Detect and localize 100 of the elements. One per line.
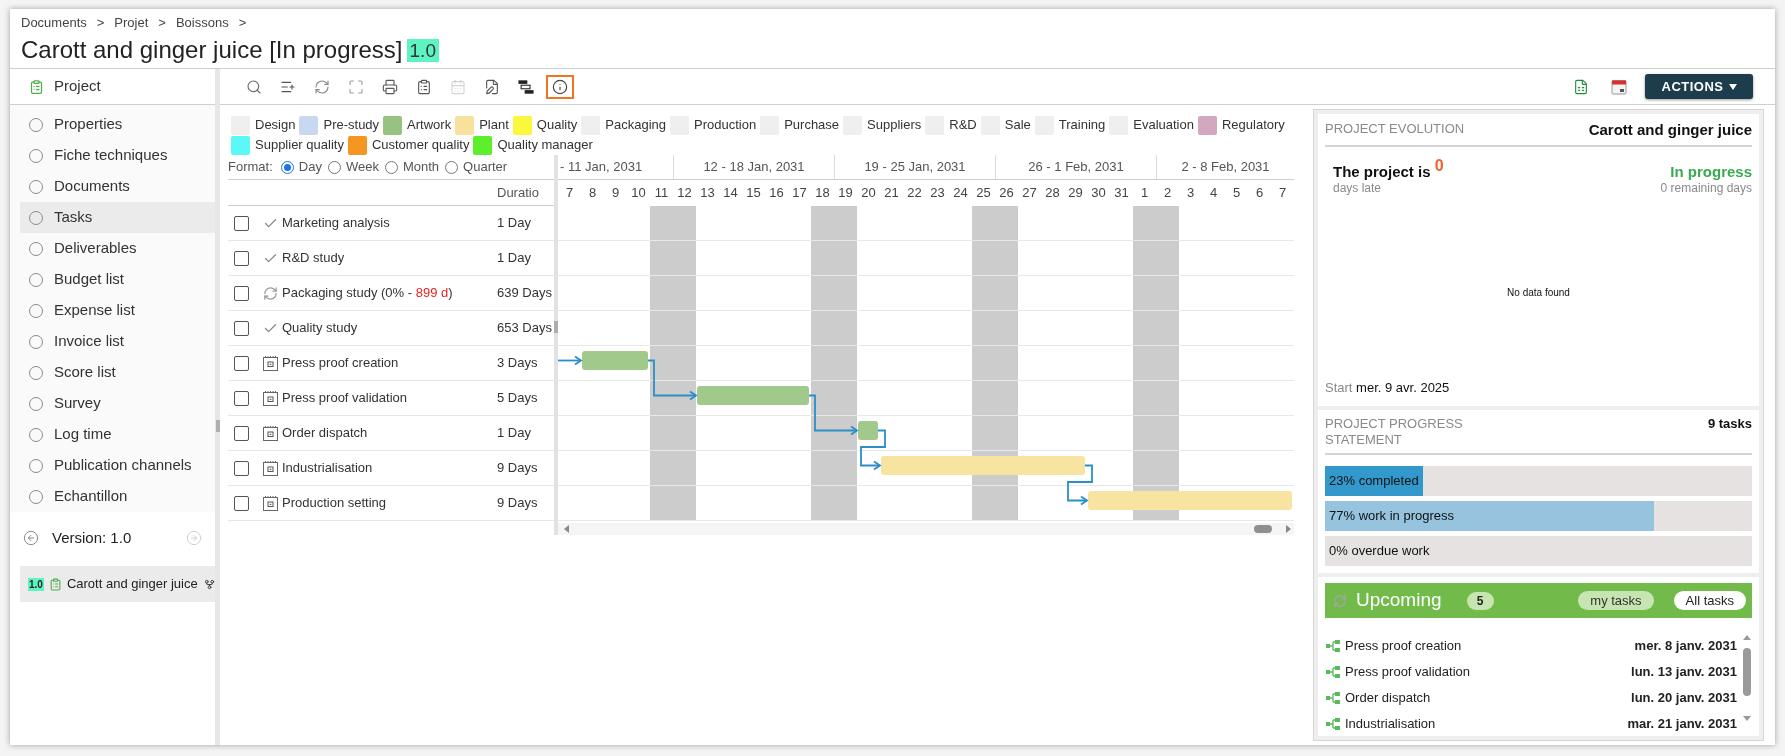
info-button[interactable] <box>546 74 574 99</box>
task-name[interactable]: Industrialisation <box>282 460 373 476</box>
upcoming-task-name[interactable]: Order dispatch <box>1345 688 1431 708</box>
circle-icon <box>29 458 43 473</box>
breadcrumb-link[interactable]: Projet <box>114 15 149 31</box>
task-duration: 3 Days <box>497 355 538 371</box>
scroll-right-icon[interactable] <box>1286 525 1291 533</box>
upcoming-task-name[interactable]: Press proof validation <box>1345 662 1470 682</box>
sidebar-item[interactable]: Properties <box>20 109 215 140</box>
section-title: PROJECT EVOLUTION <box>1325 121 1465 136</box>
progress-label: 77% work in progress <box>1329 507 1454 526</box>
sidebar-item[interactable]: Budget list <box>20 264 215 295</box>
day-label: 3 <box>1186 184 1195 203</box>
task-duration: 9 Days <box>497 460 538 476</box>
sidebar-item[interactable]: Survey <box>20 388 215 419</box>
stacked-bars-icon <box>518 78 534 95</box>
day-label: 17 <box>792 184 807 203</box>
upcoming-task-name[interactable]: Industrialisation <box>1345 714 1436 734</box>
spreadsheet-icon[interactable] <box>1573 78 1589 95</box>
day-label: 7 <box>565 184 574 203</box>
day-label: 7 <box>1278 184 1287 203</box>
scrollbar-thumb[interactable] <box>1254 525 1272 533</box>
printer-icon <box>382 78 398 95</box>
day-label: 14 <box>723 184 738 203</box>
task-name[interactable]: R&D study <box>282 250 345 266</box>
breadcrumb-separator: > <box>238 15 247 31</box>
format-option[interactable]: Month <box>384 157 440 177</box>
sidebar-item[interactable]: Documents <box>20 171 215 202</box>
filter-button[interactable]: All tasks <box>1673 591 1746 610</box>
scroll-down-icon[interactable] <box>1742 716 1751 721</box>
hierarchy-icon <box>1326 666 1340 678</box>
circle-icon <box>29 334 43 349</box>
project-name: Carott and ginger juice <box>1588 121 1752 139</box>
sidebar-item[interactable]: Echantillon <box>20 481 215 512</box>
day-label: 10 <box>631 184 646 203</box>
legend-label: Plant <box>479 116 509 135</box>
sidebar-item[interactable]: Invoice list <box>20 326 215 357</box>
sidebar-item[interactable]: Log time <box>20 419 215 450</box>
task-checkbox[interactable] <box>234 355 249 371</box>
task-checkbox[interactable] <box>234 390 249 406</box>
circle-icon <box>29 489 43 504</box>
day-label: 30 <box>1091 184 1106 203</box>
breadcrumb-link[interactable]: Documents <box>21 15 87 31</box>
task-name[interactable]: Production setting <box>282 495 387 511</box>
day-label: 19 <box>838 184 853 203</box>
section-title: Upcoming <box>1356 588 1442 613</box>
task-checkbox[interactable] <box>234 460 249 476</box>
task-count: 9 tasks <box>1707 416 1752 433</box>
legend-label: Quality manager <box>497 136 593 155</box>
day-label: 12 <box>677 184 692 203</box>
format-option[interactable]: Quarter <box>445 157 508 177</box>
actions-button[interactable]: ACTIONS <box>1645 74 1753 99</box>
task-name[interactable]: Press proof validation <box>282 390 407 406</box>
day-label: 20 <box>861 184 876 203</box>
sidebar-item[interactable]: Score list <box>20 357 215 388</box>
week-label: 2 - 8 Feb, 2031 <box>1181 158 1270 177</box>
task-name[interactable]: Quality study <box>282 320 358 336</box>
task-checkbox[interactable] <box>234 320 249 336</box>
task-name[interactable]: Press proof creation <box>282 355 399 371</box>
task-name[interactable]: Packaging study (0% - 899 d) <box>282 285 453 301</box>
previous-version-icon[interactable] <box>23 530 39 546</box>
task-checkbox[interactable] <box>234 285 249 301</box>
task-checkbox[interactable] <box>234 425 249 441</box>
start-date-text: Start mer. 9 avr. 2025 <box>1325 380 1450 395</box>
task-checkbox[interactable] <box>234 495 249 511</box>
sidebar-item[interactable]: Publication channels <box>20 450 215 481</box>
hierarchy-icon <box>1326 718 1340 730</box>
fork-icon <box>203 577 215 591</box>
legend-label: Pre-study <box>323 116 380 135</box>
sidebar-item[interactable]: Expense list <box>20 295 215 326</box>
calendar-icon[interactable] <box>1611 78 1627 95</box>
upcoming-task-name[interactable]: Press proof creation <box>1345 636 1462 656</box>
scroll-up-icon[interactable] <box>1742 635 1751 640</box>
week-label: 19 - 25 Jan, 2031 <box>864 158 966 177</box>
empty-message: No data found <box>1507 285 1570 300</box>
scrollbar-thumb[interactable] <box>1742 648 1751 696</box>
task-duration: 639 Days <box>497 285 552 301</box>
horizontal-scrollbar[interactable] <box>558 523 1294 535</box>
sidebar-item[interactable]: Tasks <box>20 202 215 233</box>
grip-icon <box>215 420 220 432</box>
day-label: 23 <box>930 184 945 203</box>
filter-button[interactable]: my tasks <box>1578 591 1654 610</box>
task-name[interactable]: Marketing analysis <box>282 215 390 231</box>
clipboard-icon <box>48 576 62 592</box>
task-checkbox[interactable] <box>234 215 249 231</box>
breadcrumb-link[interactable]: Boissons <box>175 15 229 31</box>
task-name[interactable]: Order dispatch <box>282 425 368 441</box>
refresh-icon <box>263 285 278 301</box>
legend-label: Regulatory <box>1221 116 1285 135</box>
scroll-left-icon[interactable] <box>564 525 569 533</box>
format-option[interactable]: Day <box>280 157 322 177</box>
day-label: 29 <box>1068 184 1083 203</box>
format-option[interactable]: Week <box>327 157 379 177</box>
breadcrumb-separator: > <box>96 15 105 31</box>
version-list-item[interactable]: 1.0 Carott and ginger juice <box>20 566 215 602</box>
task-checkbox[interactable] <box>234 250 249 266</box>
sidebar-item[interactable]: Fiche techniques <box>20 140 215 171</box>
hierarchy-icon <box>1326 640 1340 652</box>
task-duration: 1 Day <box>497 215 531 231</box>
sidebar-item[interactable]: Deliverables <box>20 233 215 264</box>
